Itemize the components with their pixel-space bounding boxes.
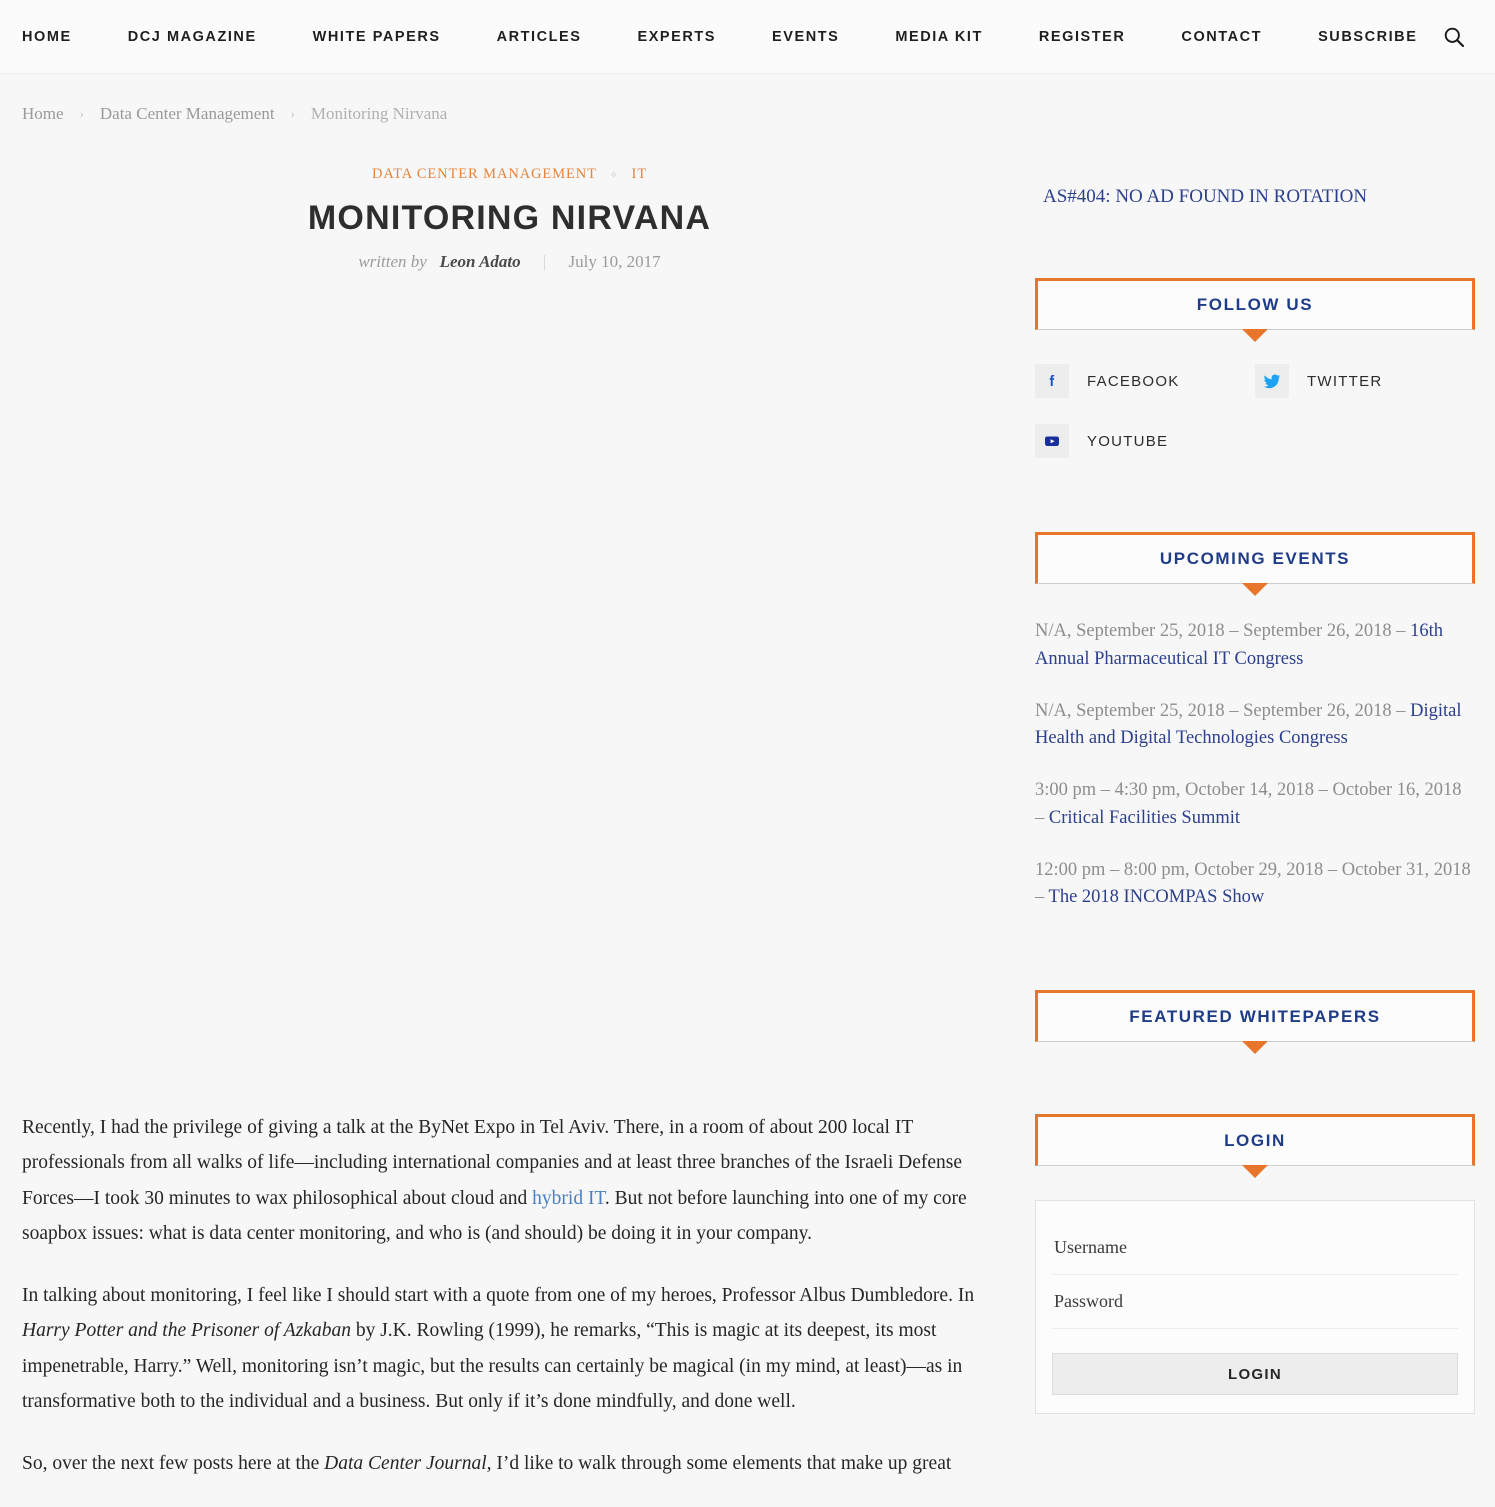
article-header: DATA CENTER MANAGEMENT ⋄ IT MONITORING N… [22,124,997,272]
nav-item-media-kit[interactable]: MEDIA KIT [895,29,983,45]
breadcrumb-home[interactable]: Home [22,104,64,124]
publication-title-dcj: Data Center Journal, [324,1452,492,1474]
widget-pointer-icon [1242,583,1268,596]
nav-item-articles[interactable]: ARTICLES [497,29,582,45]
password-input[interactable] [1052,1275,1458,1329]
twitter-icon [1255,364,1289,398]
widget-header-follow-us: FOLLOW US [1035,278,1475,342]
widget-upcoming-events: UPCOMING EVENTS N/A, September 25, 2018 … [1035,532,1475,912]
widget-title: UPCOMING EVENTS [1159,549,1351,568]
paragraph-2: In talking about monitoring, I feel like… [22,1278,997,1420]
author-link[interactable]: Leon Adato [440,252,521,271]
breadcrumb-separator-icon: › [290,106,295,121]
paragraph-3: So, over the next few posts here at the … [22,1446,997,1481]
event-item: N/A, September 25, 2018 – September 26, … [1035,618,1475,674]
widget-pointer-icon [1242,1041,1268,1054]
social-link-facebook[interactable]: FACEBOOK [1035,364,1255,398]
widget-title: FEATURED WHITEPAPERS [1129,1007,1381,1026]
nav-item-home[interactable]: HOME [22,29,72,45]
event-meta: N/A, September 25, 2018 – September 26, … [1035,621,1411,641]
username-input[interactable] [1052,1221,1458,1275]
byline-divider: | [542,252,547,271]
widget-title: FOLLOW US [1196,295,1314,314]
login-submit-button[interactable]: LOGIN [1052,1353,1458,1395]
widget-body-follow-us: FACEBOOK TWITTER YOUTUBE [1035,330,1475,484]
paragraph-3-text-a: So, over the next few posts here at the [22,1452,325,1474]
event-link[interactable]: Critical Facilities Summit [1049,808,1240,828]
written-by-label: written by [358,252,427,271]
widget-header-featured-whitepapers: FEATURED WHITEPAPERS [1035,990,1475,1054]
facebook-icon [1035,364,1069,398]
widget-body-upcoming-events: N/A, September 25, 2018 – September 26, … [1035,584,1475,912]
widget-pointer-icon [1242,329,1268,342]
widget-follow-us: FOLLOW US FACEBOOK TWITTER YOUTUBE [1035,278,1475,484]
book-title-azkaban: Harry Potter and the Prisoner of Azkaban [22,1320,351,1342]
login-form: LOGIN [1035,1200,1475,1414]
social-link-twitter[interactable]: TWITTER [1255,364,1475,398]
event-link[interactable]: The 2018 INCOMPAS Show [1049,887,1265,907]
featured-image-area [22,272,997,1110]
social-label-twitter: TWITTER [1307,372,1383,390]
ad-rotation-notice[interactable]: AS#404: NO AD FOUND IN ROTATION [1043,186,1475,208]
nav-item-dcj-magazine[interactable]: DCJ MAGAZINE [128,29,257,45]
article-byline: written by Leon Adato | July 10, 2017 [22,252,997,272]
nav-list: HOME DCJ MAGAZINE WHITE PAPERS ARTICLES … [22,29,1417,45]
sidebar: AS#404: NO AD FOUND IN ROTATION FOLLOW U… [1035,124,1475,1456]
social-link-youtube[interactable]: YOUTUBE [1035,424,1255,458]
nav-item-white-papers[interactable]: WHITE PAPERS [313,29,441,45]
category-diamond-icon: ⋄ [610,169,618,181]
top-navigation-bar: HOME DCJ MAGAZINE WHITE PAPERS ARTICLES … [0,0,1495,74]
nav-item-subscribe[interactable]: SUBSCRIBE [1318,29,1417,45]
paragraph-1: Recently, I had the privilege of giving … [22,1110,997,1252]
main-content: DATA CENTER MANAGEMENT ⋄ IT MONITORING N… [22,124,997,1507]
breadcrumb-current: Monitoring Nirvana [310,104,448,123]
hybrid-it-link[interactable]: hybrid IT [532,1188,605,1209]
nav-item-experts[interactable]: EXPERTS [637,29,716,45]
event-item: 3:00 pm – 4:30 pm, October 14, 2018 – Oc… [1035,777,1475,833]
publish-date: July 10, 2017 [568,252,661,271]
category-link-it[interactable]: IT [631,166,647,182]
breadcrumb-section[interactable]: Data Center Management [100,104,275,124]
social-label-youtube: YOUTUBE [1087,432,1169,450]
page-layout: DATA CENTER MANAGEMENT ⋄ IT MONITORING N… [0,124,1495,1507]
paragraph-3-text-b: I’d like to walk through some elements t… [491,1452,952,1474]
widget-title: LOGIN [1224,1131,1286,1150]
paragraph-2-text-a: In talking about monitoring, I feel like… [22,1284,975,1306]
breadcrumb: Home › Data Center Management › Monitori… [0,74,1495,124]
event-item: 12:00 pm – 8:00 pm, October 29, 2018 – O… [1035,857,1475,913]
search-icon [1444,27,1465,47]
page-title: MONITORING NIRVANA [307,199,712,237]
event-item: N/A, September 25, 2018 – September 26, … [1035,698,1475,754]
widget-featured-whitepapers: FEATURED WHITEPAPERS [1035,990,1475,1054]
social-label-facebook: FACEBOOK [1087,372,1180,390]
widget-header-upcoming-events: UPCOMING EVENTS [1035,532,1475,596]
breadcrumb-separator-icon: › [79,106,84,121]
youtube-icon [1035,424,1069,458]
article-body: Recently, I had the privilege of giving … [22,1110,997,1481]
social-links-grid: FACEBOOK TWITTER YOUTUBE [1035,364,1475,484]
category-link-data-center-management[interactable]: DATA CENTER MANAGEMENT [372,166,597,182]
widget-pointer-icon [1242,1165,1268,1178]
widget-header-login: LOGIN [1035,1114,1475,1178]
article-categories: DATA CENTER MANAGEMENT ⋄ IT [22,166,997,183]
search-button[interactable] [1435,17,1473,57]
widget-login: LOGIN LOGIN [1035,1114,1475,1414]
event-meta: N/A, September 25, 2018 – September 26, … [1035,700,1411,721]
nav-item-contact[interactable]: CONTACT [1181,29,1262,45]
nav-item-register[interactable]: REGISTER [1039,29,1126,45]
nav-item-events[interactable]: EVENTS [772,29,839,45]
